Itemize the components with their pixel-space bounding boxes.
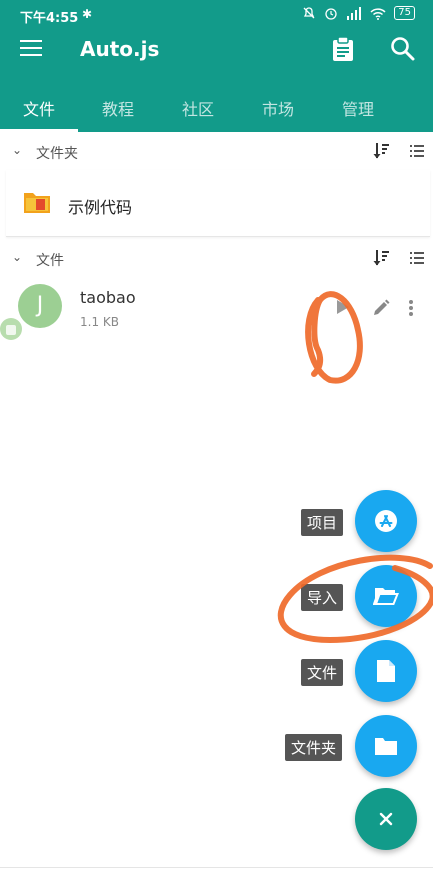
mute-bell-icon [303,7,315,19]
folder-section-header[interactable]: ⌄ 文件夹 [0,134,433,170]
alarm-icon [325,8,337,20]
more-vert-icon[interactable] [408,299,414,317]
floating-assistant-icon[interactable] [0,314,22,344]
fab-label-project[interactable]: 项目 [301,509,344,536]
page-title: Auto.js [80,37,160,61]
file-list-item[interactable]: J taobao 1.1 KB [0,278,433,348]
section-label: 文件 [36,253,64,269]
clipboard-icon[interactable] [331,36,355,62]
file-size: 1.1 KB [80,315,119,329]
battery-icon: 75 [394,6,415,20]
tab-tutorial[interactable]: 教程 [78,86,158,132]
toolbar: Auto.js [0,30,433,70]
search-icon[interactable] [390,36,416,62]
fab-label-file[interactable]: 文件 [301,659,344,686]
project-fab[interactable] [355,490,417,552]
tab-community[interactable]: 社区 [158,86,238,132]
folder-icon [375,738,397,755]
folder-name: 示例代码 [68,198,133,217]
tab-files[interactable]: 文件 [0,86,78,132]
close-icon [379,812,393,826]
tab-market[interactable]: 市场 [238,86,318,132]
edit-icon[interactable] [372,299,390,317]
app-store-icon [375,510,397,532]
folder-open-icon [373,588,399,605]
import-fab[interactable] [355,565,417,627]
tab-bar: 文件 教程 社区 市场 管理 [0,86,433,132]
list-item[interactable]: 示例代码 [6,170,430,237]
fab-label-import[interactable]: 导入 [301,584,344,611]
status-time: 下午4:55 [20,11,79,26]
new-folder-fab[interactable] [355,715,417,777]
new-file-fab[interactable] [355,640,417,702]
avatar: J [18,284,62,328]
wifi-icon [370,7,386,20]
folder-icon [24,193,50,213]
sort-icon[interactable] [373,142,389,160]
file-name: taobao [80,288,136,307]
file-section-header[interactable]: ⌄ 文件 [0,241,433,277]
list-view-icon[interactable] [410,251,424,265]
signal-icon [347,6,362,20]
status-bar: 下午4:55 ✱ 75 [0,0,433,30]
chevron-down-icon[interactable]: ⌄ [12,250,22,264]
menu-icon[interactable] [20,40,42,56]
fab-label-folder[interactable]: 文件夹 [285,734,343,761]
status-icons: 75 [302,6,415,20]
tab-manage[interactable]: 管理 [318,86,398,132]
divider [0,867,433,868]
app-bar: 下午4:55 ✱ 75 Auto.js 文件 教程 社区 市场 管理 [0,0,433,132]
chevron-down-icon[interactable]: ⌄ [12,143,22,157]
section-label: 文件夹 [36,146,78,162]
file-icon [377,660,395,682]
sort-icon[interactable] [373,249,389,267]
bluetooth-icon: ✱ [82,7,93,21]
play-icon[interactable] [336,299,350,315]
list-view-icon[interactable] [410,144,424,158]
close-fab[interactable] [355,788,417,850]
